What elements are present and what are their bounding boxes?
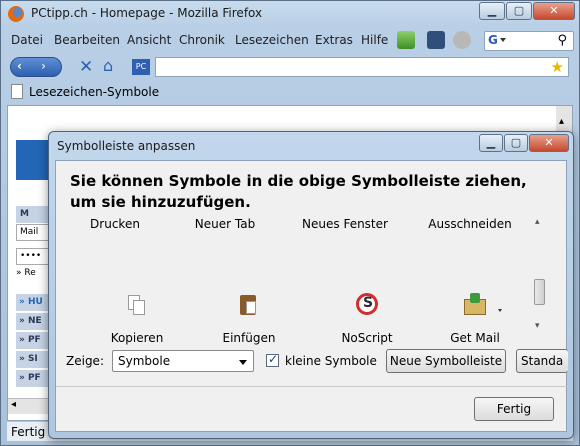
horizontal-scrollbar[interactable]: ◂ <box>8 398 48 414</box>
scroll-thumb[interactable] <box>534 279 545 305</box>
star-icon[interactable]: ★ <box>551 58 564 76</box>
page-mail-field[interactable]: Mail <box>16 224 50 241</box>
customize-toolbar-dialog: Symbolleiste anpassen ▁ ▢ ✕ Sie können S… <box>48 131 574 439</box>
menu-datei[interactable]: Datei <box>11 33 43 47</box>
palette-item-neues-fenster[interactable]: Neues Fenster <box>290 217 400 231</box>
page-password-field[interactable]: •••• <box>16 248 50 265</box>
page-nav-item[interactable]: » NE <box>16 313 50 330</box>
menu-bearbeiten[interactable]: Bearbeiten <box>54 33 120 47</box>
status-text: Fertig <box>11 425 46 439</box>
bookmark-manager-icon[interactable] <box>427 31 445 49</box>
done-button[interactable]: Fertig <box>474 397 554 421</box>
bookmarks-folder[interactable]: Lesezeichen-Symbole <box>29 85 159 99</box>
page-nav-item[interactable]: » PF <box>16 370 50 387</box>
page-link[interactable]: » Re <box>16 268 36 278</box>
menu-chronik[interactable]: Chronik <box>179 33 225 47</box>
scroll-down-icon[interactable]: ▾ <box>535 321 540 331</box>
get-mail-icon <box>464 293 486 315</box>
home-icon[interactable]: ⌂ <box>103 56 113 75</box>
menu-lesezeichen[interactable]: Lesezeichen <box>235 33 309 47</box>
chevron-down-icon[interactable] <box>500 38 506 42</box>
maximize-button[interactable]: ▢ <box>506 2 532 20</box>
palette-item-einfuegen[interactable]: Einfügen <box>194 331 304 345</box>
options-row: Zeige: Symbole kleine Symbole Neue Symbo… <box>56 346 568 376</box>
divider <box>56 386 568 387</box>
page-nav-item[interactable]: M <box>16 206 50 223</box>
paste-icon <box>238 293 260 315</box>
palette-scrollbar[interactable]: ▴ ▾ <box>532 209 548 339</box>
new-toolbar-button[interactable]: Neue Symbolleiste <box>386 349 506 373</box>
search-icon[interactable]: ⚲ <box>557 33 567 48</box>
show-label: Zeige: <box>66 354 104 368</box>
palette-item-neuer-tab[interactable]: Neuer Tab <box>170 217 280 231</box>
close-button[interactable]: ✕ <box>533 2 575 20</box>
copy-icon <box>126 295 148 317</box>
bookmarks-bar: Lesezeichen-Symbole <box>7 81 573 103</box>
back-button[interactable]: ‹ › <box>10 57 62 77</box>
scroll-left-icon[interactable]: ◂ <box>11 399 16 410</box>
window-title: PCtipp.ch - Homepage - Mozilla Firefox <box>31 6 263 20</box>
dropdown-arrow-icon <box>498 309 502 312</box>
dialog-title: Symbolleiste anpassen <box>57 139 196 153</box>
page-nav-item[interactable]: » PF <box>16 332 50 349</box>
dialog-minimize-button[interactable]: ▁ <box>479 134 503 152</box>
site-favicon-icon: PC <box>132 59 150 75</box>
forward-arrow-icon[interactable]: › <box>41 59 46 73</box>
dialog-maximize-button[interactable]: ▢ <box>504 134 528 152</box>
dialog-close-button[interactable]: ✕ <box>529 134 569 152</box>
page-nav-item[interactable]: » SI <box>16 351 50 368</box>
palette-item-drucken[interactable]: Drucken <box>60 217 170 231</box>
scroll-up-icon[interactable]: ▴ <box>535 217 540 227</box>
search-input[interactable]: G ⚲ <box>484 31 574 51</box>
history-clock-icon[interactable] <box>453 31 471 49</box>
chevron-down-icon <box>239 360 247 365</box>
url-input[interactable]: PC ★ <box>132 57 569 77</box>
stop-icon[interactable]: ✕ <box>79 57 93 77</box>
palette-item-get-mail[interactable]: Get Mail <box>420 331 530 345</box>
small-icons-checkbox[interactable] <box>266 352 279 367</box>
folder-icon <box>11 84 23 99</box>
search-engine-icon[interactable]: G <box>488 33 498 47</box>
dialog-body: Sie können Symbole in die obige Symbolle… <box>55 160 568 432</box>
firefox-logo-icon <box>8 6 24 22</box>
back-arrow-icon: ‹ <box>17 59 22 73</box>
pctipp-logo <box>16 140 50 180</box>
menu-hilfe[interactable]: Hilfe <box>361 33 388 47</box>
dialog-heading: Sie können Symbole in die obige Symbolle… <box>70 172 527 211</box>
palette-item-ausschneiden[interactable]: Ausschneiden <box>415 217 525 231</box>
show-select[interactable]: Symbole <box>112 350 254 372</box>
small-icons-label[interactable]: kleine Symbole <box>285 354 377 368</box>
page-nav-item[interactable]: » HU <box>16 294 50 311</box>
title-bar: PCtipp.ch - Homepage - Mozilla Firefox ▁… <box>1 1 579 27</box>
palette-item-noscript[interactable]: NoScript <box>312 331 422 345</box>
download-icon[interactable] <box>397 31 415 49</box>
minimize-button[interactable]: ▁ <box>479 2 505 20</box>
default-button[interactable]: Standa <box>516 349 568 373</box>
menu-ansicht[interactable]: Ansicht <box>127 33 171 47</box>
scroll-up-icon[interactable]: ▴ <box>559 116 564 127</box>
show-select-value: Symbole <box>118 354 171 368</box>
palette-item-kopieren[interactable]: Kopieren <box>82 331 192 345</box>
menu-extras[interactable]: Extras <box>315 33 353 47</box>
noscript-icon: S <box>356 293 378 315</box>
